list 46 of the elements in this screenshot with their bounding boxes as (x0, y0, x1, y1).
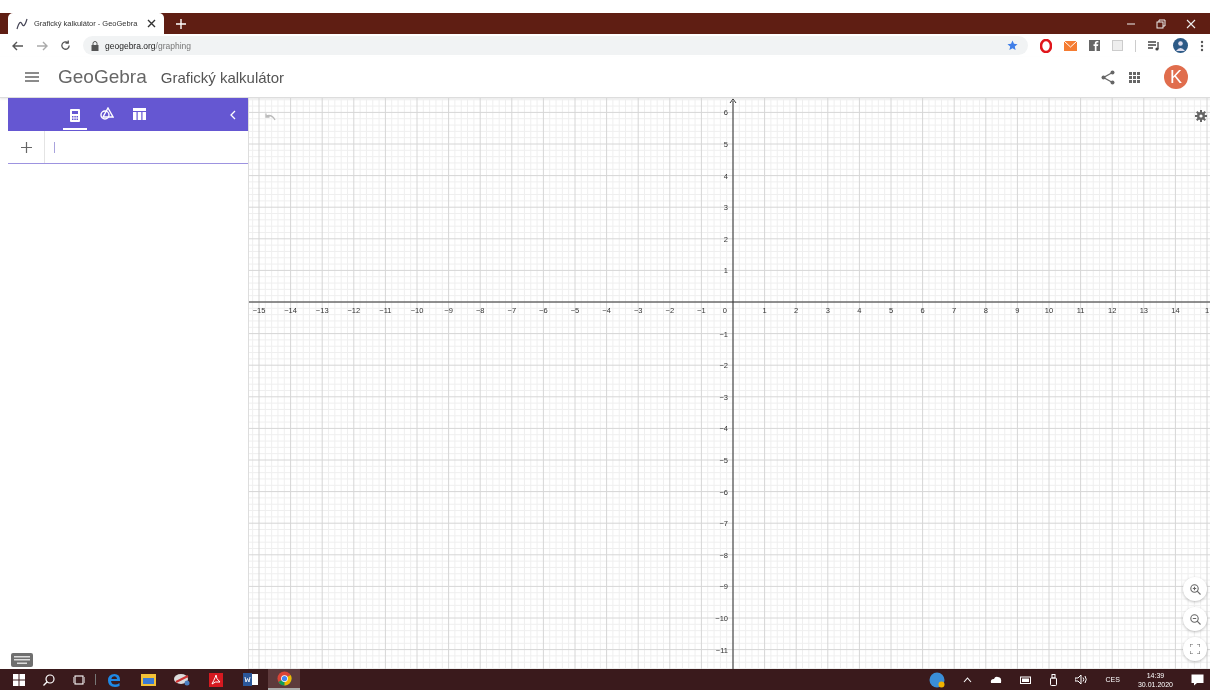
star-icon[interactable] (1007, 40, 1018, 51)
graph-icon (16, 17, 28, 30)
close-icon[interactable] (147, 19, 156, 28)
more-icon[interactable] (1200, 39, 1204, 52)
app-icon (174, 673, 190, 686)
share-icon[interactable] (1101, 69, 1115, 85)
collapse-icon[interactable] (230, 109, 236, 120)
search-icon[interactable] (43, 673, 55, 686)
fullscreen-icon (1190, 644, 1200, 654)
back-icon[interactable] (12, 40, 24, 51)
settings-icon[interactable] (1195, 110, 1207, 122)
new-tab-icon[interactable] (176, 18, 186, 29)
lock-icon (91, 40, 99, 51)
taskbar-app[interactable] (268, 669, 300, 690)
zoom-in-icon (1189, 583, 1201, 595)
calculator-icon (70, 109, 80, 122)
address-field[interactable]: geogebra.org/graphing (83, 36, 1028, 55)
playlist-icon[interactable] (1148, 40, 1161, 51)
add-icon[interactable] (20, 141, 32, 153)
volume-icon[interactable] (1074, 674, 1088, 685)
logo[interactable]: GeoGebra (58, 66, 147, 88)
browser-icon (107, 672, 121, 687)
start-icon[interactable] (13, 673, 25, 686)
notification-icon[interactable] (1191, 673, 1204, 686)
app-title: Grafický kalkulátor (160, 68, 285, 86)
task-view-icon[interactable] (73, 673, 85, 686)
folder-icon (140, 673, 156, 686)
mail-icon[interactable] (1064, 40, 1077, 51)
shapes-icon (100, 107, 114, 120)
document-icon (242, 673, 258, 686)
usb-icon[interactable] (1049, 673, 1057, 686)
browser-icon (276, 671, 292, 686)
cloud-icon[interactable] (989, 676, 1002, 683)
profile-icon[interactable] (1173, 38, 1188, 53)
zoom-in-button[interactable] (1183, 577, 1207, 601)
pdf-icon (209, 672, 223, 687)
reload-icon[interactable] (60, 40, 71, 51)
table-icon (132, 107, 146, 120)
menu-icon[interactable] (25, 72, 39, 82)
battery-icon[interactable] (1019, 675, 1032, 684)
zoom-out-button[interactable] (1183, 607, 1207, 631)
apps-icon[interactable] (1129, 71, 1140, 83)
help-icon[interactable] (928, 671, 945, 688)
keyboard-icon[interactable] (11, 653, 33, 667)
zoom-out-icon (1189, 613, 1201, 625)
chevron-up-icon[interactable] (962, 676, 972, 683)
